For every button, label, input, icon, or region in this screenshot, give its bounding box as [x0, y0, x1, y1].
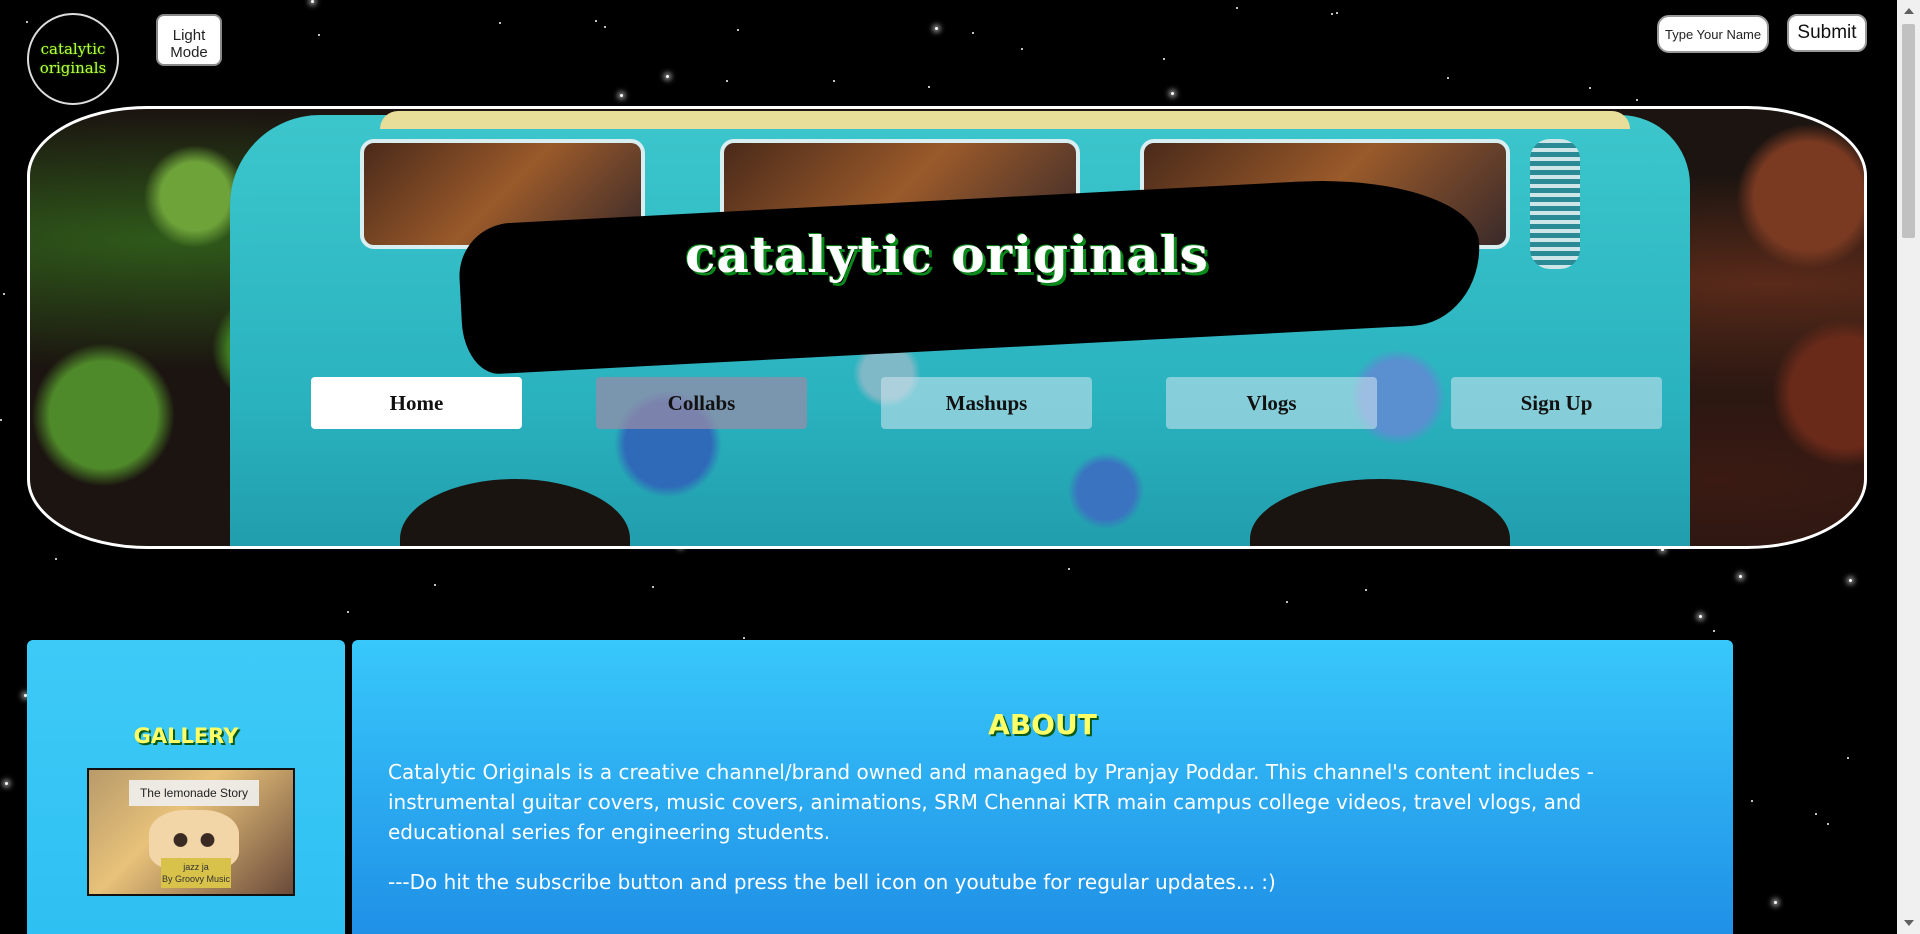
star — [1739, 575, 1742, 578]
logo-text-line2: originals — [39, 59, 107, 77]
star — [1589, 87, 1591, 89]
thumbnail-tag: jazz ja By Groovy Music — [161, 858, 231, 888]
star — [318, 34, 320, 36]
light-mode-button[interactable]: Light Mode — [156, 14, 222, 66]
star — [1365, 589, 1367, 591]
star — [928, 86, 930, 88]
star — [499, 22, 501, 24]
thumbnail-title: The lemonade Story — [129, 780, 259, 806]
nav-sign-up[interactable]: Sign Up — [1451, 377, 1662, 429]
star — [1236, 7, 1238, 9]
van-roof — [380, 111, 1630, 129]
nav-collabs[interactable]: Collabs — [596, 377, 807, 429]
hero-banner: catalytic originals Home Collabs Mashups… — [27, 106, 1867, 549]
star — [1815, 813, 1817, 815]
star — [1021, 48, 1023, 50]
star — [26, 21, 28, 23]
star — [737, 29, 739, 31]
about-panel: ABOUT Catalytic Originals is a creative … — [352, 640, 1733, 934]
star — [1847, 757, 1849, 759]
star — [666, 75, 669, 78]
star — [347, 611, 349, 613]
about-paragraph: ---Do hit the subscribe button and press… — [388, 870, 1276, 894]
scroll-up-icon[interactable] — [1904, 8, 1914, 14]
gallery-panel: GALLERY The lemonade Story jazz ja By Gr… — [27, 640, 345, 934]
submit-button[interactable]: Submit — [1787, 14, 1867, 52]
thumbnail-tag-line2: By Groovy Music — [161, 874, 230, 884]
site-logo[interactable]: catalytic originals — [27, 13, 119, 105]
star — [1827, 823, 1829, 825]
scroll-thumb[interactable] — [1902, 24, 1915, 238]
page-scrollbar[interactable] — [1897, 0, 1920, 934]
star — [1713, 630, 1715, 632]
star — [55, 558, 57, 560]
star — [935, 27, 938, 30]
star — [1699, 615, 1702, 618]
star — [604, 26, 606, 28]
nav-vlogs[interactable]: Vlogs — [1166, 377, 1377, 429]
star — [3, 293, 5, 295]
about-text: Catalytic Originals is a creative channe… — [388, 757, 1697, 897]
thumbnail-tag-line1: jazz ja — [183, 862, 209, 872]
logo-text-line1: catalytic — [40, 40, 106, 58]
star — [5, 782, 8, 785]
star — [1636, 99, 1638, 101]
gallery-thumbnail[interactable]: The lemonade Story jazz ja By Groovy Mus… — [87, 768, 295, 896]
star — [1336, 12, 1338, 14]
nav-home[interactable]: Home — [311, 377, 522, 429]
main-nav: Home Collabs Mashups Vlogs Sign Up — [311, 377, 1662, 429]
nav-mashups[interactable]: Mashups — [881, 377, 1092, 429]
star — [743, 637, 745, 639]
star — [652, 586, 654, 588]
star — [833, 80, 835, 82]
star — [1774, 901, 1777, 904]
star — [1163, 58, 1165, 60]
gallery-heading: GALLERY — [133, 724, 239, 748]
star — [0, 419, 2, 421]
star — [620, 94, 623, 97]
star — [434, 584, 436, 586]
mode-label-line2: Mode — [170, 44, 208, 61]
star — [1331, 13, 1333, 15]
star — [1286, 601, 1288, 603]
star — [595, 20, 597, 22]
star — [1751, 800, 1753, 802]
site-title: catalytic originals — [685, 225, 1209, 284]
name-input[interactable] — [1657, 15, 1769, 53]
mode-label-line1: Light — [172, 27, 206, 44]
star — [972, 32, 974, 34]
scroll-down-icon[interactable] — [1904, 920, 1914, 926]
star — [1171, 92, 1174, 95]
star — [1068, 568, 1070, 570]
star — [1849, 579, 1852, 582]
about-heading: ABOUT — [988, 708, 1097, 741]
star — [1447, 77, 1449, 79]
star — [311, 0, 314, 3]
star — [726, 80, 728, 82]
about-paragraph: Catalytic Originals is a creative channe… — [388, 760, 1594, 844]
